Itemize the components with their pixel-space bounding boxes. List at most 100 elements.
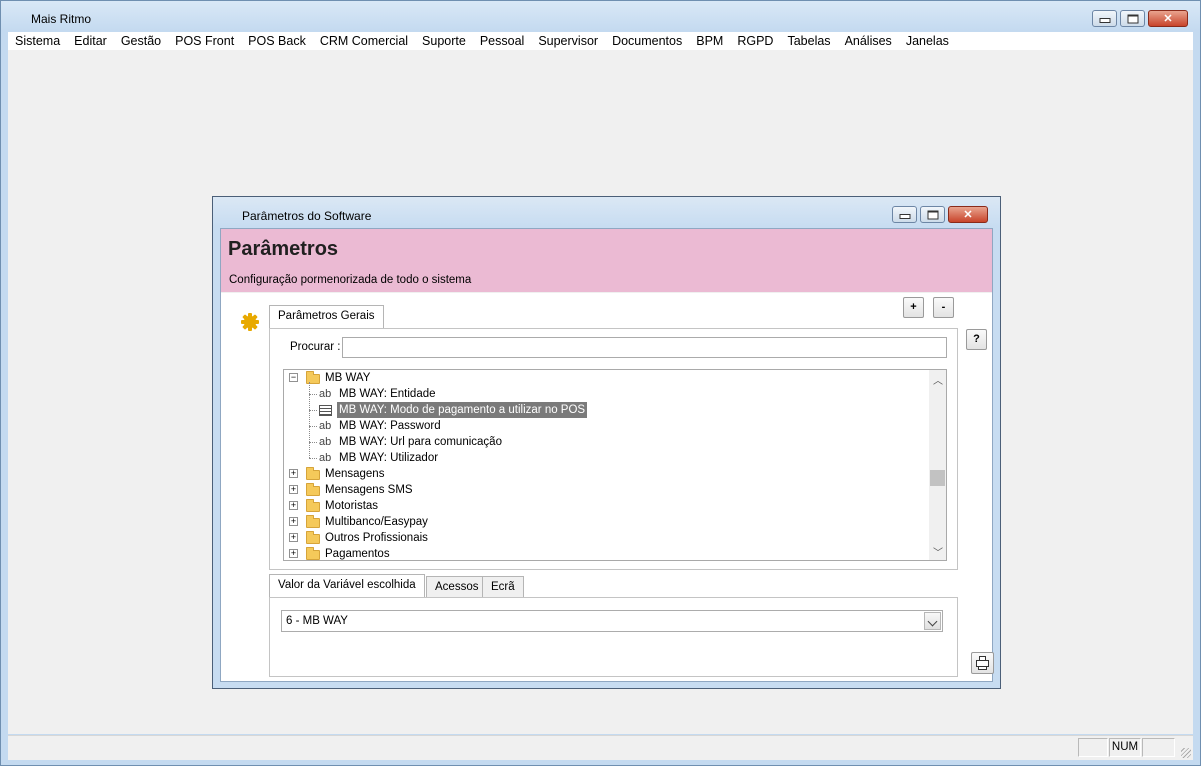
tree-folder-node[interactable]: + Motoristas: [284, 498, 924, 514]
folder-icon: [306, 547, 320, 560]
menu-item[interactable]: Documentos: [605, 34, 689, 48]
folder-icon: [306, 483, 320, 496]
tree-folder-node[interactable]: − MB WAY: [284, 370, 924, 386]
app-title: Mais Ritmo: [31, 12, 92, 26]
search-label: Procurar :: [290, 341, 341, 353]
tree-leaf-node[interactable]: MB WAY: Modo de pagamento a utilizar no …: [284, 402, 924, 418]
tree-line: [309, 442, 317, 443]
maximize-icon: [1127, 14, 1138, 23]
menu-item[interactable]: Tabelas: [780, 34, 837, 48]
close-icon: ✕: [963, 208, 973, 221]
folder-icon: [306, 531, 320, 544]
remove-button[interactable]: -: [933, 297, 954, 318]
menu-item[interactable]: Sistema: [8, 34, 67, 48]
dialog-window-controls: ✕: [892, 206, 988, 223]
scroll-thumb[interactable]: [930, 470, 945, 486]
tree-node-label: Mensagens: [325, 468, 385, 480]
text-type-icon: ab: [319, 420, 332, 432]
close-icon: ✕: [1163, 12, 1173, 25]
tree-node-label: MB WAY: Utilizador: [339, 452, 439, 464]
parameters-tree[interactable]: − MB WAY ab MB WAY: Entidade MB WAY: Modo de…: [283, 369, 947, 561]
collapse-icon[interactable]: −: [289, 373, 298, 382]
menu-item[interactable]: Análises: [838, 34, 899, 48]
text-type-icon: ab: [319, 388, 332, 400]
minimize-button[interactable]: [1092, 10, 1117, 27]
app-window-controls: ✕: [1092, 10, 1188, 27]
tree-node-label: Pagamentos: [325, 548, 390, 560]
tree-scrollbar[interactable]: ︿ ﹀: [929, 370, 946, 560]
tab-bottom-0[interactable]: Valor da Variável escolhida: [269, 574, 425, 598]
tab-bottom-2[interactable]: Ecrã: [482, 576, 524, 597]
page-subtitle: Configuração pormenorizada de todo o sis…: [229, 274, 472, 286]
menu-item[interactable]: BPM: [689, 34, 730, 48]
status-cell-3: [1142, 738, 1175, 757]
resize-grip[interactable]: [1181, 748, 1191, 758]
tree-node-label: MB WAY: Entidade: [339, 388, 436, 400]
menu-item[interactable]: POS Back: [241, 34, 313, 48]
folder-icon: [306, 499, 320, 512]
add-button[interactable]: +: [903, 297, 924, 318]
tree-folder-node[interactable]: + Mensagens: [284, 466, 924, 482]
menu-item[interactable]: Pessoal: [473, 34, 531, 48]
minimize-icon: [899, 213, 910, 219]
tab-bottom-1[interactable]: Acessos: [426, 576, 488, 597]
menu-item[interactable]: POS Front: [168, 34, 241, 48]
menu-item[interactable]: Suporte: [415, 34, 473, 48]
folder-icon: [306, 467, 320, 480]
folder-icon: [306, 515, 320, 528]
tree-node-label: Motoristas: [325, 500, 379, 512]
tree-line: [309, 394, 317, 395]
parameters-dialog: Parâmetros do Software ✕ Parâmetros Conf…: [212, 196, 1001, 689]
print-button[interactable]: [971, 652, 994, 674]
expand-icon[interactable]: +: [289, 533, 298, 542]
help-button[interactable]: ?: [966, 329, 987, 350]
menu-item[interactable]: Supervisor: [531, 34, 605, 48]
maximize-icon: [927, 210, 938, 219]
menu-item[interactable]: Janelas: [899, 34, 956, 48]
parameters-panel: Procurar : − MB WAY ab MB WAY: Entidade MB W…: [269, 328, 958, 570]
dialog-content: + - ? Parâmetros Gerais Procurar : − MB W…: [221, 293, 994, 681]
chevron-down-icon[interactable]: [924, 612, 941, 630]
dialog-close-button[interactable]: ✕: [948, 206, 988, 223]
tab-parametros-gerais[interactable]: Parâmetros Gerais: [269, 305, 384, 329]
gear-icon: [241, 313, 259, 331]
tree-line: [309, 382, 310, 458]
dialog-minimize-button[interactable]: [892, 206, 917, 223]
dialog-body: Parâmetros Configuração pormenorizada de…: [220, 228, 994, 682]
tree-leaf-node[interactable]: ab MB WAY: Entidade: [284, 386, 924, 402]
tree-node-label: Multibanco/Easypay: [325, 516, 428, 528]
minimize-icon: [1099, 17, 1110, 23]
header-banner: Parâmetros Configuração pormenorizada de…: [221, 229, 992, 292]
expand-icon[interactable]: +: [289, 485, 298, 494]
tree-leaf-node[interactable]: ab MB WAY: Url para comunicação: [284, 434, 924, 450]
status-cell-1: [1078, 738, 1108, 757]
tree-folder-node[interactable]: + Mensagens SMS: [284, 482, 924, 498]
tree-folder-node[interactable]: + Outros Profissionais: [284, 530, 924, 546]
menu-item[interactable]: Editar: [67, 34, 114, 48]
scroll-down-icon[interactable]: ﹀: [933, 544, 943, 559]
menu-item[interactable]: RGPD: [730, 34, 780, 48]
text-type-icon: ab: [319, 436, 332, 448]
dialog-maximize-button[interactable]: [920, 206, 945, 223]
dialog-title: Parâmetros do Software: [242, 209, 372, 223]
close-button[interactable]: ✕: [1148, 10, 1188, 27]
search-input[interactable]: [342, 337, 947, 358]
value-select[interactable]: 6 - MB WAY: [281, 610, 943, 632]
menu-item[interactable]: Gestão: [114, 34, 168, 48]
value-panel: 6 - MB WAY: [269, 597, 958, 677]
expand-icon[interactable]: +: [289, 517, 298, 526]
tree-folder-node[interactable]: + Multibanco/Easypay: [284, 514, 924, 530]
menu-bar: Sistema Editar Gestão POS Front POS Back CRM …: [8, 32, 1193, 50]
tree-node-label: MB WAY: [325, 372, 371, 384]
tree-leaf-node[interactable]: ab MB WAY: Password: [284, 418, 924, 434]
menu-item[interactable]: CRM Comercial: [313, 34, 415, 48]
expand-icon[interactable]: +: [289, 549, 298, 558]
expand-icon[interactable]: +: [289, 501, 298, 510]
maximize-button[interactable]: [1120, 10, 1145, 27]
tree-folder-node[interactable]: + Pagamentos: [284, 546, 924, 560]
tree-leaf-node[interactable]: ab MB WAY: Utilizador: [284, 450, 924, 466]
status-cell-num: NUM: [1109, 738, 1141, 757]
scroll-up-icon[interactable]: ︿: [933, 372, 943, 387]
expand-icon[interactable]: +: [289, 469, 298, 478]
list-icon: [319, 405, 332, 416]
